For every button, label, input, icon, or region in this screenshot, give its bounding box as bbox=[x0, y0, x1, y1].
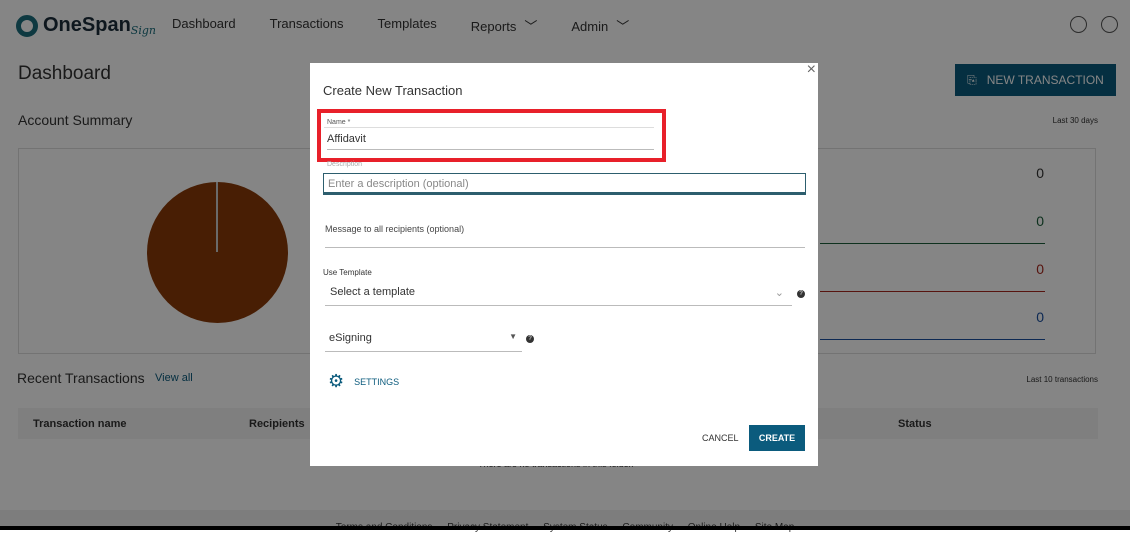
name-input[interactable]: Affidavit bbox=[327, 133, 654, 150]
description-input[interactable]: Enter a description (optional) bbox=[323, 173, 806, 195]
help-icon[interactable]: ? bbox=[526, 335, 534, 343]
chevron-down-icon: ⌄ bbox=[774, 287, 784, 299]
help-icon[interactable]: ? bbox=[797, 290, 805, 298]
close-icon[interactable]: × bbox=[807, 61, 816, 79]
screen-edge bbox=[0, 526, 1130, 530]
dialog-title: Create New Transaction bbox=[323, 83, 463, 98]
caret-down-icon: ▼ bbox=[509, 332, 517, 341]
settings-label: SETTINGS bbox=[354, 376, 400, 387]
create-transaction-dialog: Create New Transaction × Name * Affidavi… bbox=[310, 61, 818, 466]
signing-type-value: eSigning bbox=[329, 332, 372, 344]
name-label: Name * bbox=[327, 119, 351, 126]
cancel-button[interactable]: CANCEL bbox=[702, 433, 739, 443]
message-input[interactable]: Message to all recipients (optional) bbox=[325, 224, 805, 248]
settings-button[interactable]: ⚙ SETTINGS bbox=[328, 371, 399, 392]
template-value: Select a template bbox=[330, 286, 415, 298]
create-button[interactable]: CREATE bbox=[749, 425, 805, 451]
signing-type-select[interactable]: eSigning ▼ bbox=[325, 332, 522, 352]
description-label: Description bbox=[327, 161, 363, 168]
template-label: Use Template bbox=[323, 268, 372, 277]
gear-icon: ⚙ bbox=[328, 371, 345, 391]
divider bbox=[324, 127, 654, 128]
template-select[interactable]: Select a template ⌄ bbox=[325, 286, 792, 306]
